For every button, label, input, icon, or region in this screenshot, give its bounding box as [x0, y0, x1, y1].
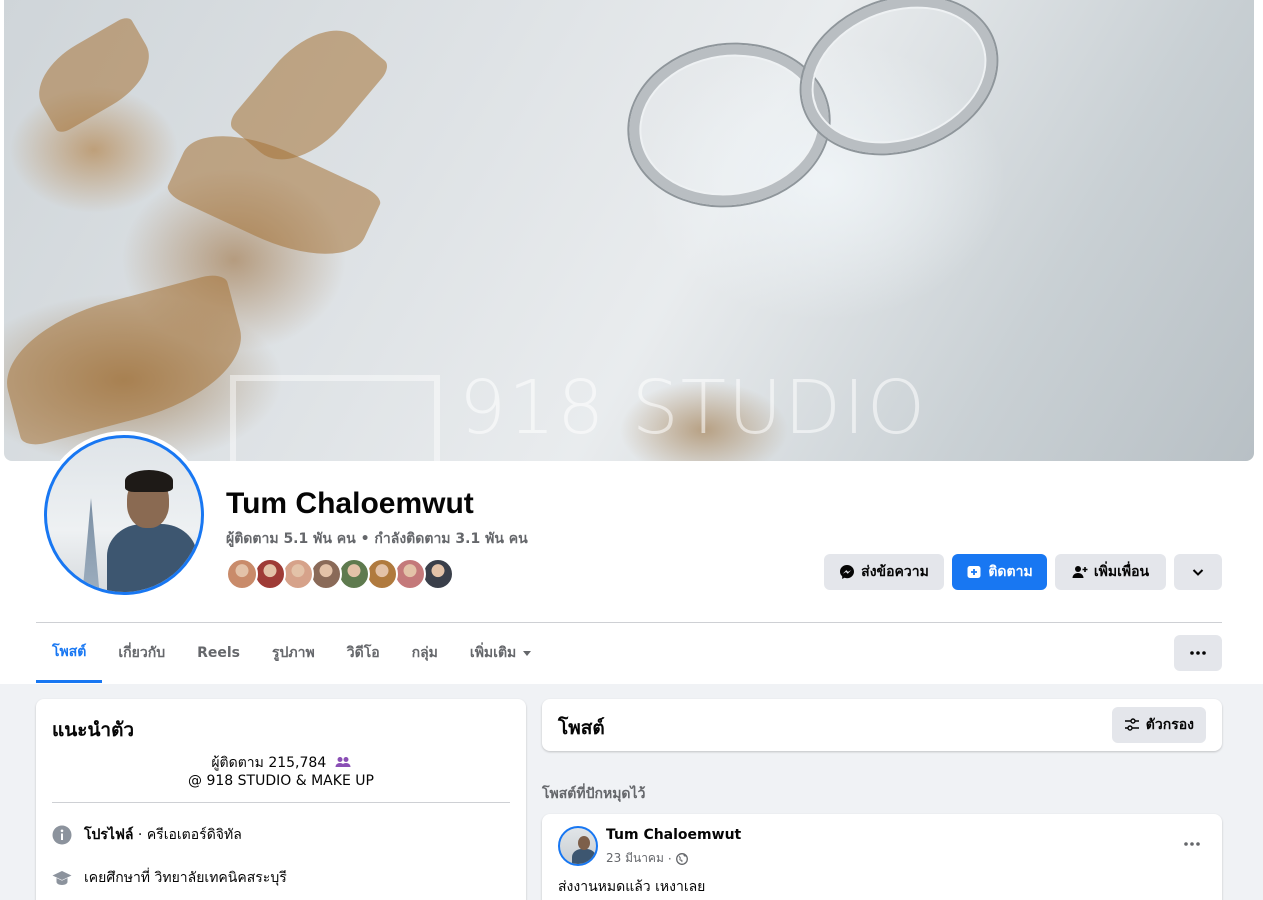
friend-avatar[interactable]: [338, 558, 370, 590]
tab-groups[interactable]: กลุ่ม: [396, 624, 454, 682]
avatar-background-building: [82, 498, 100, 592]
globe-icon[interactable]: [675, 852, 688, 865]
more-options-button[interactable]: [1174, 554, 1222, 590]
post-author-name[interactable]: Tum Chaloemwut: [606, 827, 741, 843]
cover-decoration: [24, 14, 164, 136]
friend-avatar[interactable]: [226, 558, 258, 590]
ellipsis-icon: [1184, 842, 1200, 846]
follow-plus-icon: [967, 566, 981, 578]
header-divider: [36, 622, 1222, 623]
graduation-cap-icon: [52, 871, 72, 885]
meta-separator: ·: [667, 851, 672, 866]
tab-label: รูปภาพ: [272, 645, 315, 661]
tab-label: วิดีโอ: [346, 645, 380, 661]
post-text: ส่งงานหมดแล้ว เหงาเลย: [558, 879, 706, 895]
info-icon: [52, 825, 72, 845]
profile-name: Tum Chaloemwut: [226, 487, 474, 520]
friend-avatar[interactable]: [394, 558, 426, 590]
avatar-person: [125, 470, 173, 492]
caret-down-icon: [523, 651, 532, 656]
followers-icon: [335, 757, 351, 767]
tab-videos[interactable]: วิดีโอ: [331, 624, 396, 682]
intro-workplace: @ 918 STUDIO & MAKE UP: [188, 773, 374, 789]
follow-button[interactable]: ติดตาม: [952, 554, 1047, 590]
friend-avatar[interactable]: [254, 558, 286, 590]
filter-button[interactable]: ตัวกรอง: [1111, 707, 1206, 743]
tab-label: โพสต์: [52, 644, 87, 660]
messenger-icon: [840, 565, 855, 579]
tab-label: เกี่ยวกับ: [118, 645, 166, 661]
ring-image: [618, 31, 840, 219]
avatar-person: [107, 524, 197, 592]
tab-label: กลุ่ม: [411, 645, 438, 661]
add-friend-button-label: เพิ่มเพื่อน: [1093, 564, 1150, 580]
intro-education-row: เคยศึกษาที่ วิทยาลัยเทคนิคสระบุรี: [52, 867, 287, 889]
posts-title: โพสต์: [558, 717, 605, 739]
tab-label: เพิ่มเติม: [469, 645, 517, 661]
tab-photos[interactable]: รูปภาพ: [256, 624, 331, 682]
studio-logo-mark: [230, 375, 440, 461]
filter-icon: [1124, 718, 1139, 731]
posts-header-card: โพสต์ ตัวกรอง: [542, 699, 1222, 751]
ellipsis-icon: [1190, 651, 1206, 655]
avatar-image: [44, 435, 204, 595]
message-button-label: ส่งข้อความ: [861, 564, 929, 580]
follow-stats[interactable]: ผู้ติดตาม 5.1 พัน คน • กำลังติดตาม 3.1 พ…: [226, 528, 528, 550]
friend-avatar[interactable]: [422, 558, 454, 590]
add-friend-icon: [1072, 566, 1088, 578]
cover-decoration: [4, 270, 256, 450]
profile-tabs: โพสต์ เกี่ยวกับ Reels รูปภาพ วิดีโอ กลุ่…: [36, 624, 548, 684]
intro-education: เคยศึกษาที่ วิทยาลัยเทคนิคสระบุรี: [84, 870, 287, 886]
post-author-avatar[interactable]: [558, 826, 598, 866]
friend-avatar[interactable]: [366, 558, 398, 590]
intro-followers-text: ผู้ติดตาม 215,784: [211, 755, 327, 771]
message-button[interactable]: ส่งข้อความ: [824, 554, 944, 590]
intro-divider: [52, 802, 510, 803]
post-card: Tum Chaloemwut 23 มีนาคม · ส่งงานหมดแล้ว…: [542, 814, 1222, 900]
tabs-overflow-button[interactable]: [1174, 635, 1222, 671]
intro-profile-row: โปรไฟล์ · ครีเอเตอร์ดิจิทัล: [52, 824, 242, 846]
intro-profile-category: · ครีเอเตอร์ดิจิทัล: [133, 827, 242, 843]
cover-watermark: 918 STUDIO: [459, 365, 928, 451]
post-date[interactable]: 23 มีนาคม: [606, 849, 664, 868]
tab-about[interactable]: เกี่ยวกับ: [102, 624, 181, 682]
tab-reels[interactable]: Reels: [181, 624, 256, 682]
friend-avatar[interactable]: [310, 558, 342, 590]
follow-button-label: ติดตาม: [988, 564, 1033, 580]
intro-card: แนะนำตัว ผู้ติดตาม 215,784 @ 918 STUDIO …: [36, 699, 526, 900]
friend-avatars[interactable]: [226, 558, 454, 590]
intro-profile-label: โปรไฟล์: [84, 827, 134, 843]
post-options-button[interactable]: [1178, 830, 1206, 858]
intro-title: แนะนำตัว: [52, 719, 135, 741]
tab-label: Reels: [197, 645, 240, 661]
friend-avatar[interactable]: [282, 558, 314, 590]
cover-photo[interactable]: 918 STUDIO: [4, 0, 1254, 461]
intro-followers: ผู้ติดตาม 215,784: [36, 752, 526, 774]
profile-avatar[interactable]: [40, 431, 208, 599]
filter-button-label: ตัวกรอง: [1145, 717, 1194, 733]
chevron-down-icon: [1192, 569, 1204, 576]
add-friend-button[interactable]: เพิ่มเพื่อน: [1055, 554, 1166, 590]
pinned-posts-label: โพสต์ที่ปักหมุดไว้: [542, 786, 646, 802]
post-meta: 23 มีนาคม ·: [606, 849, 688, 868]
tab-posts[interactable]: โพสต์: [36, 624, 103, 683]
tab-more[interactable]: เพิ่มเติม: [454, 624, 548, 682]
